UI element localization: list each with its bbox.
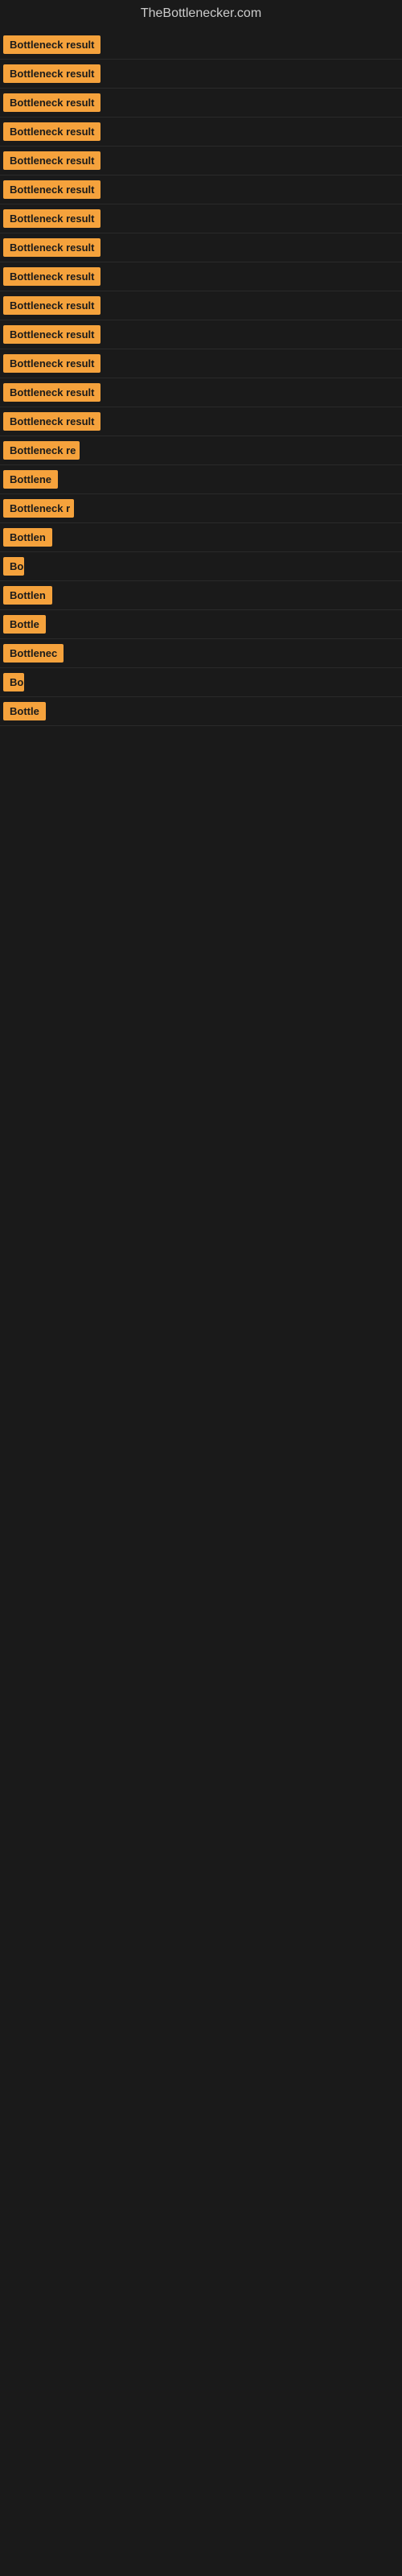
bottleneck-result-label[interactable]: Bottleneck result xyxy=(3,354,100,373)
bottleneck-result-label[interactable]: Bo xyxy=(3,673,24,691)
result-row: Bottleneck result xyxy=(0,204,402,233)
result-row: Bottleneck result xyxy=(0,262,402,291)
result-row: Bottlene xyxy=(0,465,402,494)
bottleneck-result-label[interactable]: Bottleneck result xyxy=(3,209,100,228)
result-row: Bottleneck result xyxy=(0,175,402,204)
results-container: Bottleneck result Bottleneck result Bottle… xyxy=(0,31,402,726)
bottleneck-result-label[interactable]: Bottleneck result xyxy=(3,412,100,431)
result-row: Bottleneck result xyxy=(0,60,402,89)
bottleneck-result-label[interactable]: Bottleneck re xyxy=(3,441,80,460)
bottleneck-result-label[interactable]: Bo xyxy=(3,557,24,576)
result-row: Bottleneck result xyxy=(0,291,402,320)
bottleneck-result-label[interactable]: Bottleneck r xyxy=(3,499,74,518)
result-row: Bottle xyxy=(0,610,402,639)
site-title: TheBottlenecker.com xyxy=(0,0,402,31)
result-row: Bottleneck result xyxy=(0,407,402,436)
result-row: Bottlenec xyxy=(0,639,402,668)
result-row: Bottleneck result xyxy=(0,233,402,262)
result-row: Bottleneck result xyxy=(0,349,402,378)
result-row: Bo xyxy=(0,668,402,697)
bottleneck-result-label[interactable]: Bottleneck result xyxy=(3,64,100,83)
bottleneck-result-label[interactable]: Bottle xyxy=(3,702,46,720)
bottleneck-result-label[interactable]: Bottleneck result xyxy=(3,122,100,141)
bottleneck-result-label[interactable]: Bottleneck result xyxy=(3,238,100,257)
page-wrapper: TheBottlenecker.com Bottleneck resultBot… xyxy=(0,0,402,726)
result-row: Bottleneck result xyxy=(0,378,402,407)
bottleneck-result-label[interactable]: Bottleneck result xyxy=(3,296,100,315)
bottleneck-result-label[interactable]: Bottleneck result xyxy=(3,151,100,170)
result-row: Bottlen xyxy=(0,523,402,552)
result-row: Bottleneck result xyxy=(0,118,402,147)
result-row: Bottlen xyxy=(0,581,402,610)
result-row: Bottleneck result xyxy=(0,147,402,175)
bottleneck-result-label[interactable]: Bottleneck result xyxy=(3,35,100,54)
bottleneck-result-label[interactable]: Bottlen xyxy=(3,586,52,605)
bottleneck-result-label[interactable]: Bottlenec xyxy=(3,644,64,663)
bottleneck-result-label[interactable]: Bottle xyxy=(3,615,46,634)
bottleneck-result-label[interactable]: Bottleneck result xyxy=(3,325,100,344)
bottleneck-result-label[interactable]: Bottlen xyxy=(3,528,52,547)
result-row: Bottle xyxy=(0,697,402,726)
result-row: Bottleneck result xyxy=(0,320,402,349)
result-row: Bo xyxy=(0,552,402,581)
bottleneck-result-label[interactable]: Bottleneck result xyxy=(3,267,100,286)
result-row: Bottleneck result xyxy=(0,89,402,118)
result-row: Bottleneck re xyxy=(0,436,402,465)
bottleneck-result-label[interactable]: Bottleneck result xyxy=(3,180,100,199)
result-row: Bottleneck result xyxy=(0,31,402,60)
bottleneck-result-label[interactable]: Bottlene xyxy=(3,470,58,489)
result-row: Bottleneck r xyxy=(0,494,402,523)
bottleneck-result-label[interactable]: Bottleneck result xyxy=(3,93,100,112)
bottleneck-result-label[interactable]: Bottleneck result xyxy=(3,383,100,402)
